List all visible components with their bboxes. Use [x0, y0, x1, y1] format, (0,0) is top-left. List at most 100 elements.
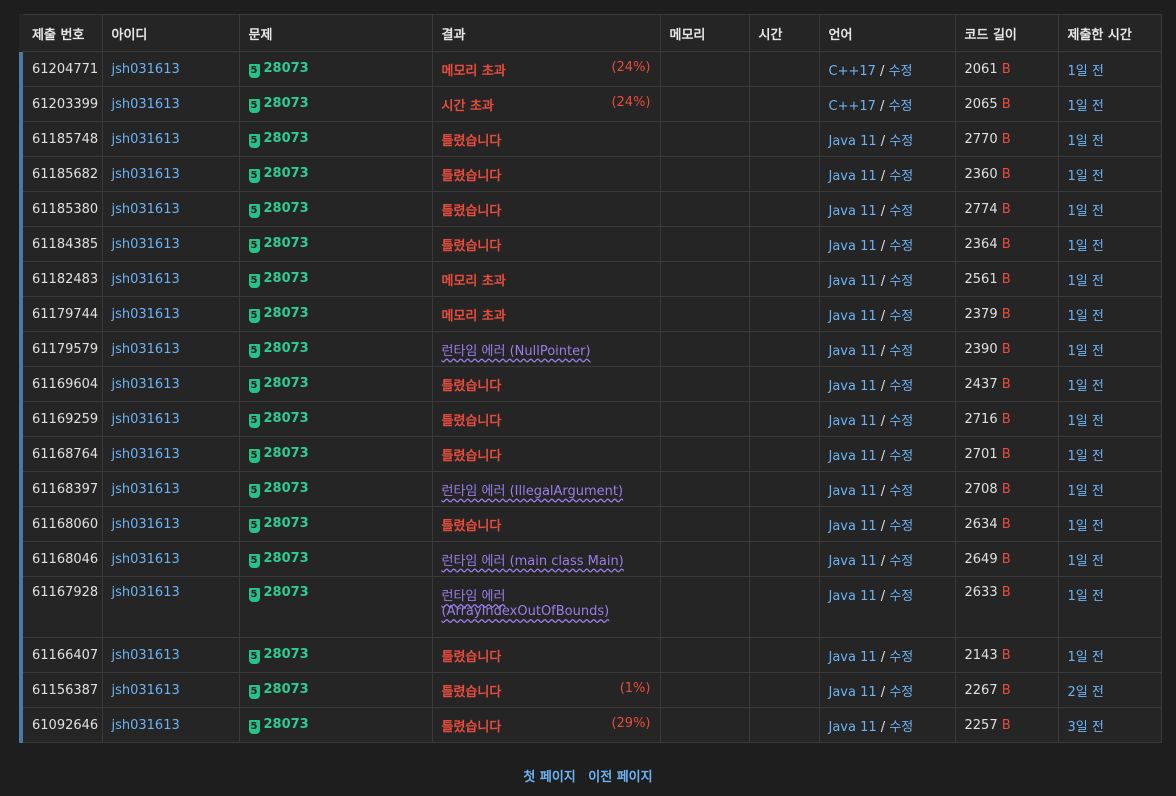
user-link[interactable]: jsh031613: [112, 718, 180, 733]
submitted-at-link[interactable]: 1일 전: [1068, 484, 1104, 499]
user-link[interactable]: jsh031613: [112, 648, 180, 663]
edit-link[interactable]: 수정: [889, 134, 913, 149]
user-link[interactable]: jsh031613: [112, 132, 180, 147]
edit-link[interactable]: 수정: [889, 379, 913, 394]
user-link[interactable]: jsh031613: [112, 377, 180, 392]
submitted-at-link[interactable]: 1일 전: [1068, 64, 1104, 79]
edit-link[interactable]: 수정: [889, 169, 913, 184]
edit-link[interactable]: 수정: [889, 64, 913, 79]
problem-link[interactable]: 28073: [264, 96, 309, 111]
submitted-at-link[interactable]: 1일 전: [1068, 309, 1104, 324]
problem-link[interactable]: 28073: [264, 306, 309, 321]
language-link[interactable]: Java 11: [829, 449, 877, 464]
language-link[interactable]: Java 11: [829, 204, 877, 219]
edit-link[interactable]: 수정: [889, 449, 913, 464]
user-link[interactable]: jsh031613: [112, 97, 180, 112]
submitted-at-link[interactable]: 2일 전: [1068, 685, 1104, 700]
submitted-at-link[interactable]: 1일 전: [1068, 519, 1104, 534]
result-text[interactable]: 런타임 에러 (main class Main): [442, 554, 624, 569]
language-link[interactable]: C++17: [829, 99, 876, 114]
edit-link[interactable]: 수정: [889, 99, 913, 114]
submitted-at-link[interactable]: 1일 전: [1068, 414, 1104, 429]
edit-link[interactable]: 수정: [889, 274, 913, 289]
edit-link[interactable]: 수정: [889, 344, 913, 359]
submitted-at-link[interactable]: 1일 전: [1068, 169, 1104, 184]
user-link[interactable]: jsh031613: [112, 482, 180, 497]
edit-link[interactable]: 수정: [889, 554, 913, 569]
language-link[interactable]: Java 11: [829, 344, 877, 359]
language-link[interactable]: Java 11: [829, 134, 877, 149]
problem-link[interactable]: 28073: [264, 201, 309, 216]
submitted-at-link[interactable]: 1일 전: [1068, 449, 1104, 464]
first-page-link[interactable]: 첫 페이지: [523, 770, 575, 785]
edit-link[interactable]: 수정: [889, 204, 913, 219]
problem-link[interactable]: 28073: [264, 481, 309, 496]
submitted-at-link[interactable]: 3일 전: [1068, 720, 1104, 735]
problem-link[interactable]: 28073: [264, 271, 309, 286]
language-link[interactable]: Java 11: [829, 720, 877, 735]
problem-link[interactable]: 28073: [264, 647, 309, 662]
problem-link[interactable]: 28073: [264, 236, 309, 251]
language-link[interactable]: Java 11: [829, 309, 877, 324]
result-text[interactable]: 런타임 에러 (NullPointer): [442, 344, 591, 359]
user-link[interactable]: jsh031613: [112, 447, 180, 462]
problem-link[interactable]: 28073: [264, 516, 309, 531]
submitted-at-link[interactable]: 1일 전: [1068, 134, 1104, 149]
submitted-at-link[interactable]: 1일 전: [1068, 344, 1104, 359]
submitted-at-link[interactable]: 1일 전: [1068, 650, 1104, 665]
edit-link[interactable]: 수정: [889, 720, 913, 735]
user-link[interactable]: jsh031613: [112, 167, 180, 182]
user-link[interactable]: jsh031613: [112, 307, 180, 322]
problem-link[interactable]: 28073: [264, 585, 309, 600]
problem-link[interactable]: 28073: [264, 551, 309, 566]
problem-link[interactable]: 28073: [264, 341, 309, 356]
problem-link[interactable]: 28073: [264, 61, 309, 76]
edit-link[interactable]: 수정: [889, 484, 913, 499]
submitted-at-link[interactable]: 1일 전: [1068, 274, 1104, 289]
submitted-at-link[interactable]: 1일 전: [1068, 379, 1104, 394]
problem-link[interactable]: 28073: [264, 682, 309, 697]
result-text[interactable]: 런타임 에러 (ArrayIndexOutOfBounds): [442, 589, 610, 619]
submitted-at-link[interactable]: 1일 전: [1068, 204, 1104, 219]
problem-link[interactable]: 28073: [264, 131, 309, 146]
edit-link[interactable]: 수정: [889, 309, 913, 324]
user-link[interactable]: jsh031613: [112, 412, 180, 427]
edit-link[interactable]: 수정: [889, 650, 913, 665]
language-link[interactable]: Java 11: [829, 589, 877, 604]
language-link[interactable]: Java 11: [829, 519, 877, 534]
user-link[interactable]: jsh031613: [112, 683, 180, 698]
edit-link[interactable]: 수정: [889, 685, 913, 700]
language-link[interactable]: Java 11: [829, 379, 877, 394]
edit-link[interactable]: 수정: [889, 239, 913, 254]
result-text[interactable]: 런타임 에러 (IllegalArgument): [442, 484, 624, 499]
language-link[interactable]: Java 11: [829, 554, 877, 569]
language-link[interactable]: Java 11: [829, 169, 877, 184]
submitted-at-link[interactable]: 1일 전: [1068, 589, 1104, 604]
user-link[interactable]: jsh031613: [112, 552, 180, 567]
user-link[interactable]: jsh031613: [112, 342, 180, 357]
user-link[interactable]: jsh031613: [112, 237, 180, 252]
prev-page-link[interactable]: 이전 페이지: [588, 770, 652, 785]
problem-link[interactable]: 28073: [264, 411, 309, 426]
language-link[interactable]: Java 11: [829, 414, 877, 429]
language-link[interactable]: Java 11: [829, 484, 877, 499]
language-link[interactable]: Java 11: [829, 274, 877, 289]
submitted-at-link[interactable]: 1일 전: [1068, 99, 1104, 114]
problem-link[interactable]: 28073: [264, 717, 309, 732]
language-link[interactable]: Java 11: [829, 650, 877, 665]
user-link[interactable]: jsh031613: [112, 62, 180, 77]
problem-link[interactable]: 28073: [264, 166, 309, 181]
language-link[interactable]: Java 11: [829, 685, 877, 700]
language-link[interactable]: C++17: [829, 64, 876, 79]
user-link[interactable]: jsh031613: [112, 585, 180, 600]
problem-link[interactable]: 28073: [264, 446, 309, 461]
problem-link[interactable]: 28073: [264, 376, 309, 391]
submitted-at-link[interactable]: 1일 전: [1068, 554, 1104, 569]
user-link[interactable]: jsh031613: [112, 202, 180, 217]
edit-link[interactable]: 수정: [889, 589, 913, 604]
edit-link[interactable]: 수정: [889, 519, 913, 534]
edit-link[interactable]: 수정: [889, 414, 913, 429]
submitted-at-link[interactable]: 1일 전: [1068, 239, 1104, 254]
language-link[interactable]: Java 11: [829, 239, 877, 254]
user-link[interactable]: jsh031613: [112, 272, 180, 287]
